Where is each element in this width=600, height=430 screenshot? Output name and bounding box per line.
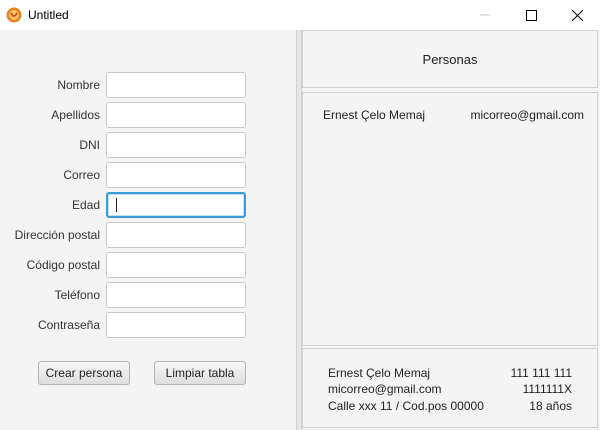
codigo-postal-input[interactable] [106,252,246,278]
contrasena-input[interactable] [106,312,246,338]
label-apellidos: Apellidos [51,108,100,122]
telefono-input[interactable] [106,282,246,308]
apellidos-input[interactable] [106,102,246,128]
maximize-icon [525,9,537,21]
label-contrasena: Contraseña [37,318,100,332]
edad-input[interactable] [106,192,246,218]
direccion-postal-input[interactable] [106,222,246,248]
list-item-email: micorreo@gmail.com [470,108,584,122]
text-caret [116,198,117,212]
person-detail-panel: Ernest Çelo Memaj 111 111 111 micorreo@g… [302,348,598,428]
people-list[interactable]: Ernest Çelo Memaj micorreo@gmail.com [302,92,598,346]
app-window: Untitled Nombre Apellidos DNI Correo Eda… [0,0,600,430]
label-dni: DNI [79,138,100,152]
minimize-icon [480,14,490,16]
detail-address: Calle xxx 11 / Cod.pos 00000 [328,399,484,413]
list-item[interactable]: Ernest Çelo Memaj micorreo@gmail.com [303,107,597,125]
people-panel-header: Personas [302,30,598,88]
detail-dni: 1111111X [522,382,572,396]
detail-phone: 111 111 111 [510,366,572,380]
window-title: Untitled [28,8,69,22]
label-nombre: Nombre [57,78,100,92]
java-app-icon [6,7,22,23]
detail-email: micorreo@gmail.com [328,382,442,396]
detail-age: 18 años [529,399,572,413]
dni-input[interactable] [106,132,246,158]
maximize-button[interactable] [508,0,554,30]
detail-name: Ernest Çelo Memaj [328,366,431,380]
minimize-button[interactable] [462,0,508,30]
correo-input[interactable] [106,162,246,188]
people-panel-title: Personas [422,51,478,67]
label-direccion-postal: Dirección postal [14,228,100,242]
list-item-name: Ernest Çelo Memaj [323,108,426,122]
title-bar[interactable]: Untitled [0,0,600,30]
nombre-input[interactable] [106,72,246,98]
clear-table-button[interactable]: Limpiar tabla [154,361,246,385]
close-button[interactable] [554,0,600,30]
label-codigo-postal: Código postal [26,258,100,272]
close-icon [571,9,583,21]
label-telefono: Teléfono [54,288,100,302]
label-correo: Correo [63,168,100,182]
person-form: Nombre Apellidos DNI Correo Edad Direcci… [0,30,296,430]
label-edad: Edad [71,198,100,212]
create-person-button[interactable]: Crear persona [38,361,130,385]
